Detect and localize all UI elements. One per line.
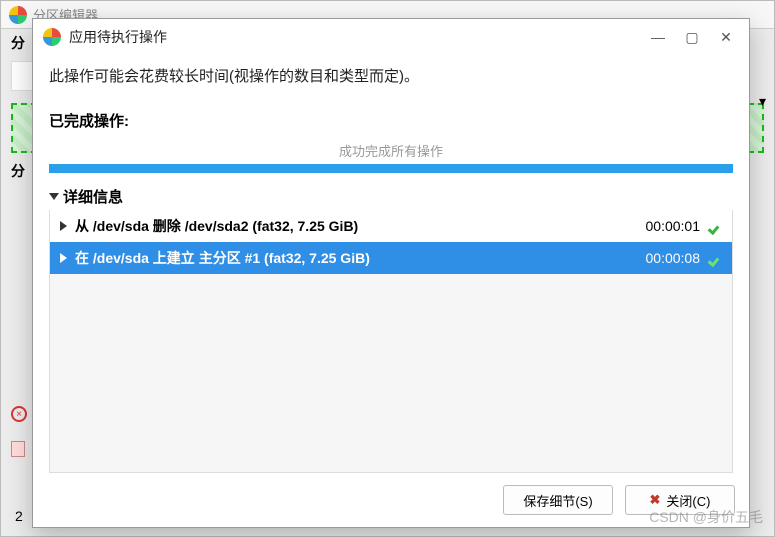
dialog-button-bar: 保存细节(S) ✖ 关闭(C) bbox=[33, 473, 749, 527]
chevron-right-icon bbox=[60, 253, 67, 263]
dialog-title: 应用待执行操作 bbox=[69, 27, 637, 47]
close-window-button[interactable]: ✕ bbox=[713, 24, 739, 50]
operations-list[interactable]: 从 /dev/sda 删除 /dev/sda2 (fat32, 7.25 GiB… bbox=[49, 210, 733, 473]
operation-row[interactable]: 从 /dev/sda 删除 /dev/sda2 (fat32, 7.25 GiB… bbox=[50, 210, 732, 242]
dropdown-caret-icon[interactable]: ▾ bbox=[759, 93, 766, 110]
clipboard-icon bbox=[11, 441, 25, 457]
app-icon bbox=[9, 6, 27, 24]
pending-operations-dialog: 应用待执行操作 ― ▢ ✕ 此操作可能会花费较长时间(视操作的数目和类型而定)。… bbox=[32, 18, 750, 528]
close-label: 关闭(C) bbox=[666, 491, 710, 510]
bg-number: 2 bbox=[15, 508, 23, 524]
maximize-button[interactable]: ▢ bbox=[679, 24, 705, 50]
operation-time: 00:00:01 bbox=[646, 218, 701, 234]
operation-time: 00:00:08 bbox=[646, 250, 701, 266]
operation-desc: 在 /dev/sda 上建立 主分区 #1 (fat32, 7.25 GiB) bbox=[75, 248, 638, 268]
chevron-down-icon bbox=[49, 193, 59, 200]
check-icon bbox=[708, 251, 722, 265]
operation-row[interactable]: 在 /dev/sda 上建立 主分区 #1 (fat32, 7.25 GiB) 0… bbox=[50, 242, 732, 274]
close-icon: ✖ bbox=[650, 492, 661, 508]
dialog-description: 此操作可能会花费较长时间(视操作的数目和类型而定)。 bbox=[49, 65, 733, 86]
dialog-content: 此操作可能会花费较长时间(视操作的数目和类型而定)。 已完成操作: 成功完成所有… bbox=[33, 55, 749, 473]
details-toggle[interactable]: 详细信息 bbox=[49, 183, 733, 210]
check-icon bbox=[708, 219, 722, 233]
save-details-label: 保存细节(S) bbox=[523, 491, 592, 510]
details-label: 详细信息 bbox=[63, 186, 123, 207]
app-icon bbox=[43, 28, 61, 46]
close-button[interactable]: ✖ 关闭(C) bbox=[625, 485, 735, 515]
save-details-button[interactable]: 保存细节(S) bbox=[503, 485, 613, 515]
operation-desc: 从 /dev/sda 删除 /dev/sda2 (fat32, 7.25 GiB… bbox=[75, 216, 638, 236]
progress-bar bbox=[49, 164, 733, 173]
chevron-right-icon bbox=[60, 221, 67, 231]
status-line: 成功完成所有操作 bbox=[49, 137, 733, 164]
error-icon: × bbox=[11, 406, 27, 422]
dialog-titlebar: 应用待执行操作 ― ▢ ✕ bbox=[33, 19, 749, 55]
completed-label: 已完成操作: bbox=[49, 110, 733, 131]
minimize-button[interactable]: ― bbox=[645, 24, 671, 50]
